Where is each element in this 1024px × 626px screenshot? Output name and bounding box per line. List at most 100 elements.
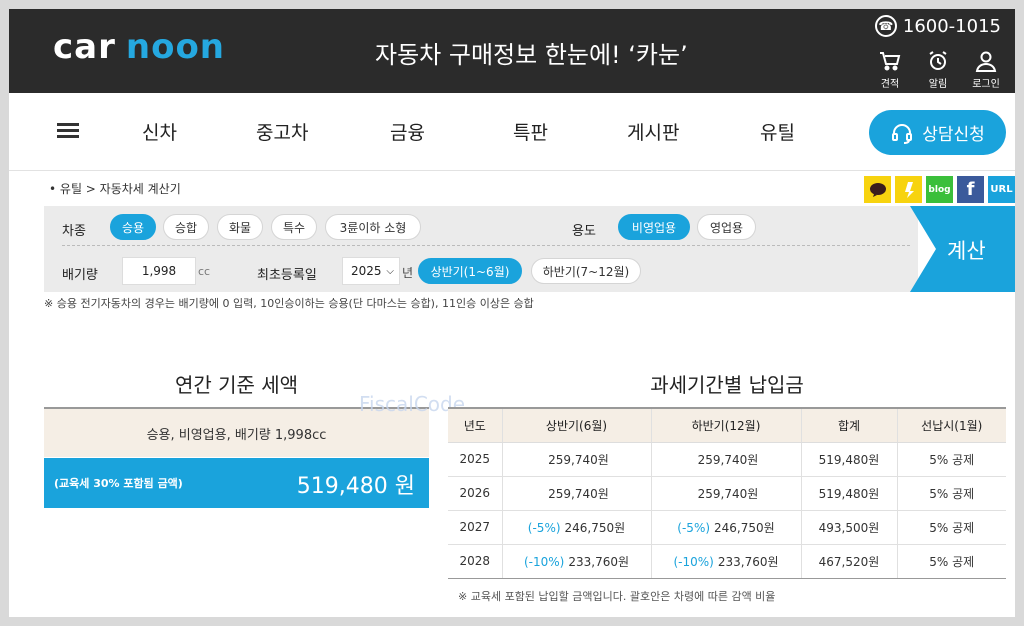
nav-item-new-car[interactable]: 신차: [142, 118, 177, 145]
nav-item-finance[interactable]: 금융: [390, 118, 425, 145]
header-prepay: 선납시(1월): [896, 407, 1006, 443]
discount-rate: (-10%): [673, 554, 714, 569]
cell-second-half: (-5%) 246,750원: [650, 510, 801, 545]
nav-item-special[interactable]: 특판: [513, 118, 548, 145]
displacement-input[interactable]: 1,998: [122, 257, 196, 285]
slogan: 자동차 구매정보 한눈에! ‘카눈’: [375, 41, 688, 69]
breadcrumb-path: 유틸 > 자동차세 계산기: [59, 182, 181, 196]
url-copy-button[interactable]: URL: [988, 176, 1015, 203]
annual-result: (교육세 30% 포함됨 금액) 519,480 원: [44, 458, 429, 508]
education-tax-note: (교육세 30% 포함됨 금액): [54, 477, 183, 490]
phone-text: 1600-1015: [902, 15, 1001, 37]
vehicle-type-note: ※ 승용 전기자동차의 경우는 배기량에 0 입력, 10인승이하는 승용(단 …: [44, 297, 534, 310]
usage-label: 용도: [572, 224, 596, 239]
cell-first-half: 259,740원: [501, 476, 651, 511]
headset-icon: [892, 123, 913, 144]
cell-year: 2025: [448, 442, 502, 477]
alarm-label: 알림: [928, 79, 948, 90]
period-title: 과세기간별 납입금: [650, 373, 804, 397]
displacement-unit: cc: [198, 265, 211, 278]
usage-noncommercial[interactable]: 비영업용: [618, 214, 690, 240]
amount: 246,750원: [564, 520, 626, 535]
quote-label: 견적: [880, 79, 900, 90]
amount: 259,740원: [697, 486, 759, 501]
header-second-half: 하반기(12월): [650, 407, 801, 443]
blog-share-button[interactable]: blog: [926, 176, 953, 203]
kakaostory-share-button[interactable]: [895, 176, 922, 203]
menu-icon[interactable]: [57, 123, 79, 139]
vehicle-type-truck[interactable]: 화물: [217, 214, 263, 240]
vehicle-type-three-wheel[interactable]: 3륜이하 소형: [325, 214, 421, 240]
nav-item-board[interactable]: 게시판: [627, 118, 679, 145]
page-frame: car noon 자동차 구매정보 한눈에! ‘카눈’ ☎ 1600-1015 …: [9, 9, 1015, 617]
discount-rate: (-5%): [527, 520, 561, 535]
carnoon-logo[interactable]: car noon: [53, 27, 225, 67]
nav-item-util[interactable]: 유틸: [760, 118, 795, 145]
cell-first-half: 259,740원: [501, 442, 651, 477]
panel-divider: [62, 245, 910, 246]
period-table: 년도 상반기(6월) 하반기(12월) 합계 선납시(1월) 2025 259,…: [448, 407, 1006, 579]
half-first[interactable]: 상반기(1~6월): [418, 258, 522, 284]
cell-year: 2026: [448, 476, 502, 511]
logo-text-right: noon: [125, 27, 226, 67]
main-nav: 신차 중고차 금융 특판 게시판 유틸 상담신청: [9, 93, 1015, 171]
header-total: 합계: [800, 407, 897, 443]
registration-year-value: 2025: [351, 264, 382, 278]
header-year: 년도: [448, 407, 502, 443]
facebook-icon: f: [966, 179, 975, 200]
top-bar: car noon 자동차 구매정보 한눈에! ‘카눈’ ☎ 1600-1015 …: [9, 9, 1015, 93]
discount-rate: (-10%): [523, 554, 565, 569]
cell-year: 2028: [448, 544, 502, 579]
cart-icon: [880, 52, 901, 71]
cell-prepay: 5% 공제: [896, 544, 1006, 579]
url-icon: URL: [990, 184, 1013, 195]
login-label: 로그인: [972, 79, 1000, 90]
table-row: 2027 (-5%) 246,750원 (-5%) 246,750원 493,500…: [448, 510, 1006, 545]
vehicle-type-special[interactable]: 특수: [271, 214, 317, 240]
login-button[interactable]: 로그인: [969, 49, 1003, 90]
share-buttons: blog f URL: [864, 176, 1015, 203]
amount: 233,760원: [717, 554, 779, 569]
header-first-half: 상반기(6월): [501, 407, 651, 443]
half-second[interactable]: 하반기(7~12월): [531, 258, 641, 284]
nav-item-used-car[interactable]: 중고차: [256, 118, 308, 145]
phone-number[interactable]: ☎ 1600-1015: [874, 15, 1001, 37]
cell-prepay: 5% 공제: [896, 510, 1006, 545]
consult-button[interactable]: 상담신청: [869, 110, 1006, 155]
vehicle-type-passenger[interactable]: 승용: [110, 214, 156, 240]
breadcrumb: • 유틸 > 자동차세 계산기: [49, 180, 181, 197]
cell-total: 467,520원: [800, 544, 897, 579]
calculate-label: 계산: [947, 239, 986, 263]
amount: 246,750원: [714, 520, 775, 535]
registration-year-select[interactable]: 2025 ⌵: [342, 257, 400, 285]
cell-prepay: 5% 공제: [896, 442, 1006, 477]
amount: 259,740원: [697, 452, 759, 467]
chevron-down-icon: ⌵: [386, 266, 394, 277]
facebook-share-button[interactable]: f: [957, 176, 984, 203]
alarm-icon: [929, 51, 947, 70]
vehicle-type-van[interactable]: 승합: [163, 214, 209, 240]
cell-second-half: (-10%) 233,760원: [650, 544, 801, 579]
cell-second-half: 259,740원: [650, 442, 801, 477]
discount-rate: (-5%): [677, 520, 711, 535]
alarm-button[interactable]: 알림: [921, 49, 955, 90]
cell-year: 2027: [448, 510, 502, 545]
kakaotalk-share-button[interactable]: [864, 176, 891, 203]
cell-total: 519,480원: [800, 476, 897, 511]
amount: 233,760원: [568, 554, 630, 569]
amount: 259,740원: [548, 452, 609, 467]
cell-total: 493,500원: [800, 510, 897, 545]
displacement-label: 배기량: [62, 268, 98, 283]
table-note: ※ 교육세 포함된 납입할 금액입니다. 괄호안은 차령에 따른 감액 비율: [458, 590, 776, 603]
kakaostory-icon: [904, 181, 914, 198]
top-icon-group: 견적 알림 로그인: [873, 49, 1003, 90]
consult-label: 상담신청: [922, 125, 985, 145]
usage-commercial[interactable]: 영업용: [697, 214, 756, 240]
cell-second-half: 259,740원: [650, 476, 801, 511]
table-header-row: 년도 상반기(6월) 하반기(12월) 합계 선납시(1월): [448, 407, 1006, 443]
logo-text-left: car: [53, 27, 116, 67]
cell-first-half: (-10%) 233,760원: [501, 544, 651, 579]
blog-icon: blog: [928, 184, 951, 195]
quote-button[interactable]: 견적: [873, 49, 907, 90]
breadcrumb-bullet: •: [49, 182, 57, 196]
